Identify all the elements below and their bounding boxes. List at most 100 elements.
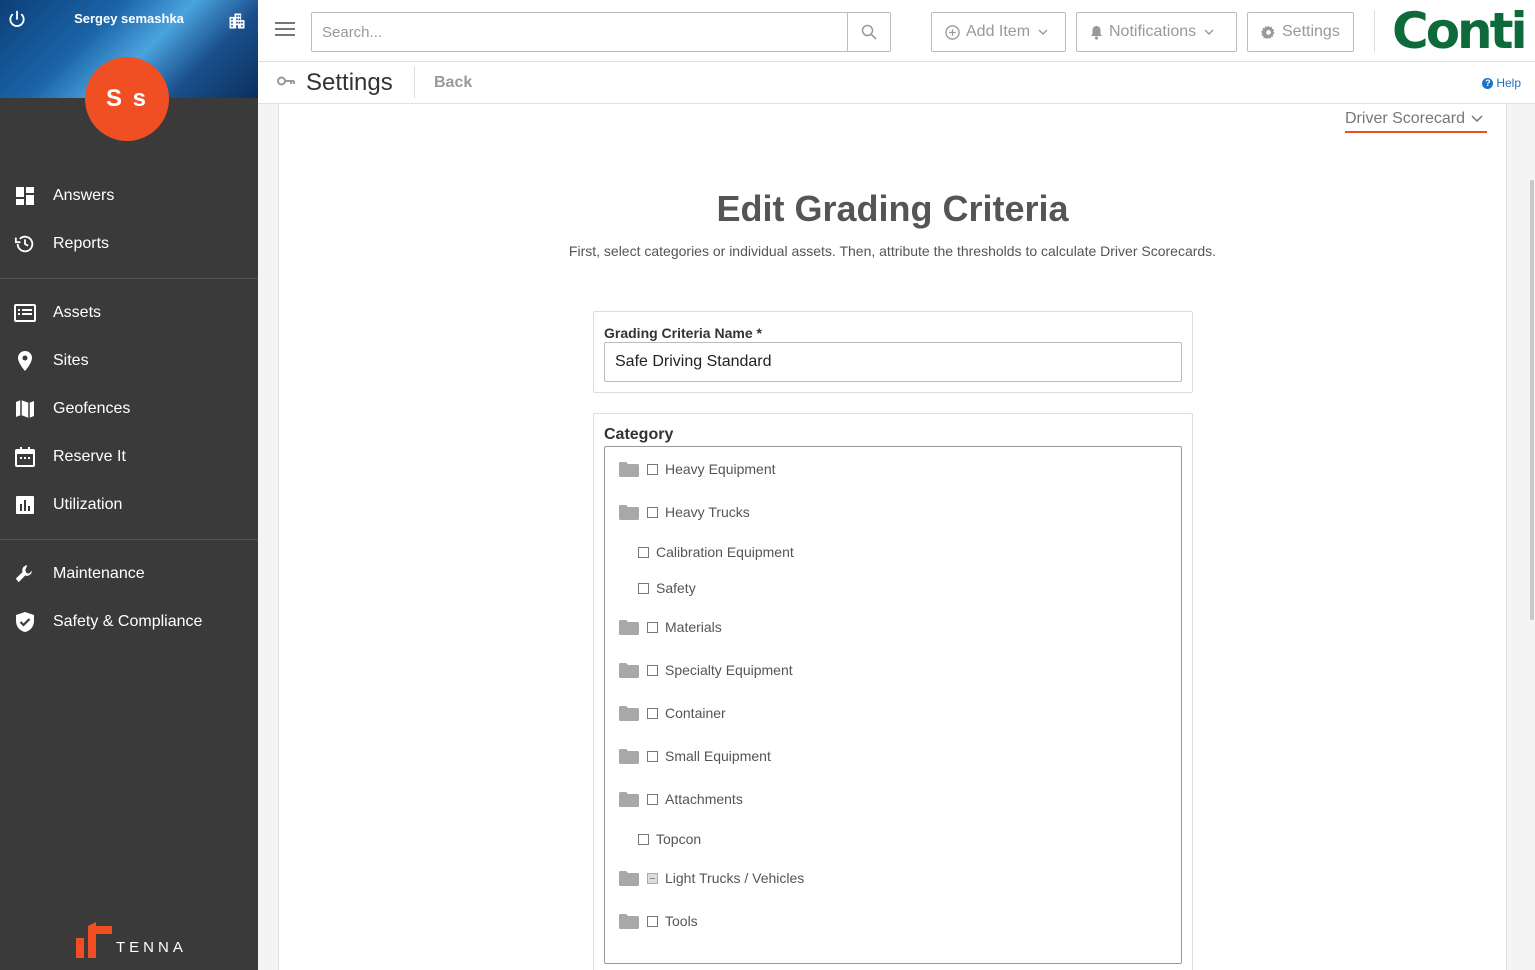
folder-icon [619, 662, 639, 678]
grading-criteria-name-input[interactable] [604, 342, 1182, 382]
sidebar-item-reports[interactable]: Reports [0, 220, 258, 268]
name-card: Grading Criteria Name * [593, 311, 1193, 393]
sidebar-item-label: Geofences [53, 400, 131, 417]
checkbox[interactable] [638, 546, 649, 558]
sidebar-item-maintenance[interactable]: Maintenance [0, 550, 258, 598]
chevron-down-icon [1204, 29, 1214, 35]
tenna-logo: TENNA [76, 920, 187, 960]
sidebar-item-label: Maintenance [53, 565, 145, 582]
sidebar-item-assets[interactable]: Assets [0, 289, 258, 337]
history-icon [14, 233, 36, 255]
scrollbar-thumb[interactable] [1530, 180, 1534, 620]
tree-item-small-equipment[interactable]: Small Equipment [605, 748, 771, 764]
tree-item-attachments[interactable]: Attachments [605, 791, 743, 807]
tree-item-calibration-equipment[interactable]: Calibration Equipment [605, 544, 794, 560]
plus-circle-icon [945, 24, 960, 40]
help-link[interactable]: ? Help [1482, 76, 1521, 90]
tree-item-tools[interactable]: Tools [605, 913, 698, 929]
tree-item-specialty-equipment[interactable]: Specialty Equipment [605, 662, 793, 678]
sub-header: Settings Back ? Help [258, 62, 1535, 104]
tree-item-topcon[interactable]: Topcon [605, 831, 701, 847]
checkbox[interactable] [647, 750, 658, 762]
back-link[interactable]: Back [434, 74, 472, 92]
tenna-logo-text: TENNA [116, 939, 187, 956]
help-icon: ? [1482, 77, 1494, 89]
page-scrollbar[interactable] [1529, 104, 1535, 970]
dashboard-icon [14, 185, 36, 207]
checkbox[interactable] [647, 915, 658, 927]
bar-chart-icon [14, 494, 36, 516]
key-icon [277, 76, 295, 86]
search-input[interactable] [312, 13, 847, 51]
category-card: Category Heavy Equipment Heavy Trucks Ca… [593, 413, 1193, 970]
sidebar-item-label: Assets [53, 304, 102, 321]
scorecard-select[interactable]: Driver Scorecard [1345, 106, 1487, 133]
folder-icon [619, 504, 639, 520]
checkbox[interactable] [638, 833, 649, 845]
checkbox[interactable] [647, 664, 658, 676]
brand-divider [1374, 10, 1375, 52]
checkbox[interactable] [638, 582, 649, 594]
folder-icon [619, 461, 639, 477]
notifications-button[interactable]: Notifications [1076, 12, 1237, 52]
bell-icon [1090, 25, 1103, 40]
checkbox[interactable] [647, 506, 658, 518]
add-item-button[interactable]: Add Item [931, 12, 1066, 52]
checkbox[interactable] [647, 463, 658, 475]
user-name[interactable]: Sergey semashka [0, 11, 258, 26]
checkbox[interactable] [647, 793, 658, 805]
gear-icon [1261, 24, 1276, 40]
list-icon [14, 302, 36, 324]
sidebar-item-utilization[interactable]: Utilization [0, 481, 258, 529]
name-label: Grading Criteria Name * [604, 325, 762, 341]
sidebar-item-reserve-it[interactable]: Reserve It [0, 433, 258, 481]
checkbox-partial[interactable] [647, 872, 658, 884]
search-button[interactable] [847, 13, 890, 51]
building-icon[interactable] [227, 11, 247, 31]
settings-button[interactable]: Settings [1247, 12, 1354, 52]
search-icon [861, 24, 877, 40]
sidebar-item-label: Utilization [53, 496, 123, 513]
divider [414, 66, 415, 98]
folder-icon [619, 705, 639, 721]
form-heading: Edit Grading Criteria [716, 188, 1069, 229]
tree-item-label: Safety [656, 580, 696, 596]
conti-logo: Conti [1392, 2, 1528, 60]
main-content: Driver Scorecard Edit Grading Criteria F… [278, 104, 1507, 970]
tree-item-materials[interactable]: Materials [605, 619, 722, 635]
sidebar-item-sites[interactable]: Sites [0, 337, 258, 385]
tree-item-light-trucks-vehicles[interactable]: Light Trucks / Vehicles [605, 870, 804, 886]
sidebar-item-answers[interactable]: Answers [0, 172, 258, 220]
sidebar-item-label: Safety & Compliance [53, 613, 203, 630]
tree-item-label: Specialty Equipment [665, 662, 793, 678]
sidebar-group-primary: Answers Reports [0, 172, 258, 268]
avatar[interactable]: S s [85, 57, 169, 141]
tree-item-container[interactable]: Container [605, 705, 726, 721]
sidebar-item-label: Reports [53, 235, 110, 252]
sidebar-item-label: Sites [53, 352, 89, 369]
shield-check-icon [14, 611, 36, 633]
folder-icon [619, 791, 639, 807]
search-box [311, 12, 891, 52]
sidebar-group-maintenance: Maintenance Safety & Compliance [0, 550, 258, 646]
folder-icon [619, 619, 639, 635]
checkbox[interactable] [647, 707, 658, 719]
add-item-label: Add Item [966, 23, 1031, 40]
sidebar-divider [0, 278, 258, 279]
tree-item-heavy-equipment[interactable]: Heavy Equipment [605, 461, 776, 477]
location-pin-icon [14, 350, 36, 372]
tree-item-heavy-trucks[interactable]: Heavy Trucks [605, 504, 750, 520]
wrench-icon [14, 563, 36, 585]
sidebar-item-label: Answers [53, 187, 115, 204]
sidebar-group-assets: Assets Sites Geofences Reserve It Utiliz… [0, 289, 258, 529]
sidebar-item-safety-compliance[interactable]: Safety & Compliance [0, 598, 258, 646]
menu-icon[interactable] [275, 22, 295, 40]
tree-item-label: Light Trucks / Vehicles [665, 870, 805, 886]
checkbox[interactable] [647, 621, 658, 633]
tree-item-label: Materials [665, 619, 722, 635]
folder-icon [619, 748, 639, 764]
tree-item-label: Container [665, 705, 726, 721]
sidebar-item-geofences[interactable]: Geofences [0, 385, 258, 433]
tree-item-label: Calibration Equipment [656, 544, 794, 560]
tree-item-safety[interactable]: Safety [605, 580, 696, 596]
